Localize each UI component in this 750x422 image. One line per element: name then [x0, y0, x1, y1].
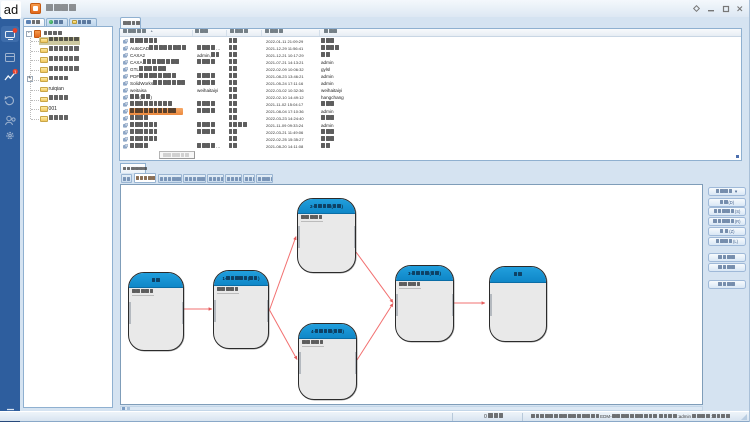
svg-text:1: 1: [14, 70, 17, 75]
